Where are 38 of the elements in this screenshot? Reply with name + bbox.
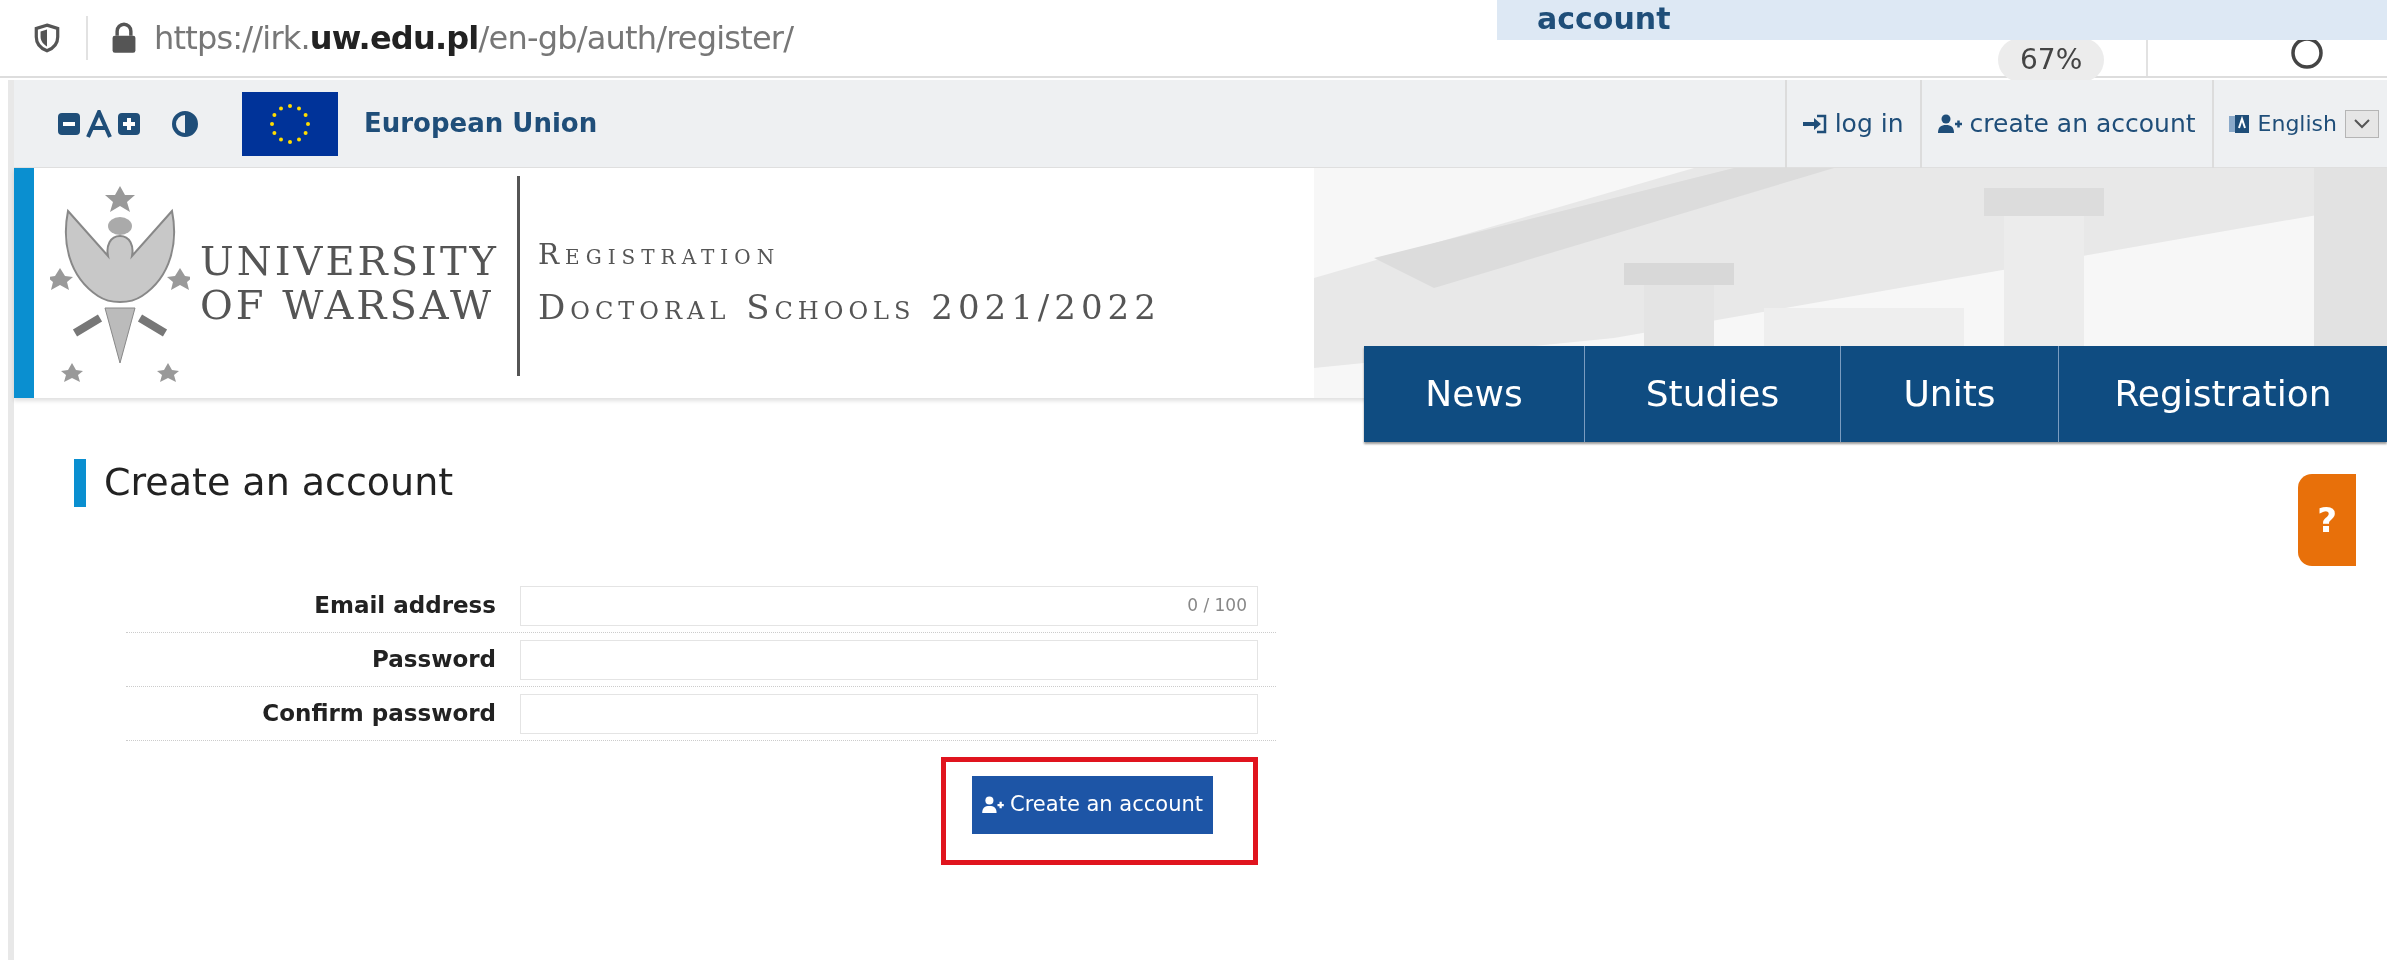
input-field[interactable] xyxy=(520,639,1258,680)
add-user-icon xyxy=(982,796,1005,814)
language-label: English xyxy=(2257,110,2337,138)
field-label: Email address xyxy=(313,591,497,621)
nav-tab[interactable]: Studies xyxy=(1584,346,1840,442)
page-heading: Create an account xyxy=(104,459,454,506)
banner-text: account xyxy=(1537,2,1671,36)
language-select[interactable]: English xyxy=(2257,107,2379,140)
top-link[interactable]: log in xyxy=(1802,104,1904,143)
character-counter: 0 / 100 xyxy=(1187,593,1247,617)
university-name: UNIVERSITY xyxy=(200,239,499,283)
add-user-icon xyxy=(1937,113,1962,134)
heading-accent-bar xyxy=(74,458,86,507)
dropdown-icon[interactable] xyxy=(2345,109,2379,138)
increase-font-icon[interactable] xyxy=(118,112,140,135)
registration-subtitle: Doctoral Schools 2021/2022 xyxy=(538,285,1161,329)
eu-label: European Union xyxy=(364,107,598,140)
lock-icon xyxy=(110,22,138,54)
nav-tab[interactable]: Registration xyxy=(2058,346,2387,442)
nav-tab[interactable]: News xyxy=(1364,346,1584,442)
field-label: Confirm password xyxy=(261,699,497,729)
zoom-indicator[interactable]: 67% xyxy=(1998,38,2105,82)
input-field[interactable] xyxy=(520,693,1258,734)
login-icon xyxy=(1802,113,1827,134)
decrease-font-icon[interactable] xyxy=(58,112,80,135)
font-size-icon[interactable] xyxy=(86,109,112,138)
url-text[interactable]: https://irk.uw.edu.pl/en-gb/auth/register/ xyxy=(154,14,794,62)
nav-tab[interactable]: Units xyxy=(1840,346,2058,442)
field-label: Password xyxy=(371,645,497,675)
contrast-icon[interactable] xyxy=(172,110,198,137)
top-link[interactable]: create an account xyxy=(1937,104,2196,143)
create-account-button[interactable]: Create an account xyxy=(972,776,1213,834)
university-name: OF WARSAW xyxy=(200,283,496,327)
input-field[interactable]: 0 / 100 xyxy=(520,585,1258,626)
shield-icon[interactable] xyxy=(34,23,60,53)
registration-title: Registration xyxy=(538,236,782,273)
language-icon xyxy=(2227,112,2250,135)
eu-flag-icon xyxy=(242,91,338,156)
